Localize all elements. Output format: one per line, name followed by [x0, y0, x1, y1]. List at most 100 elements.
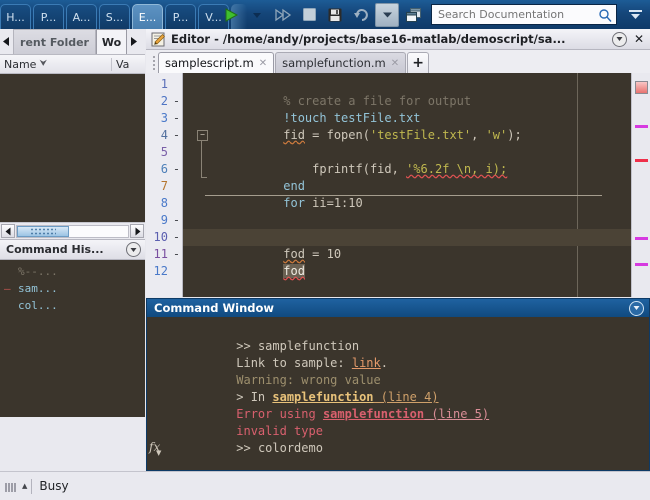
command-window-menu-button[interactable] [629, 300, 644, 316]
command-window-panel: Command Window fx ▼ >> samplefunction Li… [146, 298, 650, 471]
breakpoint-mark[interactable]: - [171, 127, 182, 144]
analyzer-marker-warning[interactable] [635, 125, 648, 128]
breakpoint-mark[interactable] [171, 144, 182, 161]
run-advance-button[interactable] [271, 3, 295, 27]
ribbon-tab-publish[interactable]: P... [165, 4, 196, 29]
history-marker: — [4, 282, 11, 295]
hscroll-thumb[interactable] [17, 225, 69, 237]
chevron-down-icon[interactable]: ▼ [156, 449, 161, 457]
close-icon[interactable]: ✕ [391, 58, 399, 69]
tab-scroll-left-button[interactable] [0, 29, 13, 54]
breakpoint-mark[interactable] [171, 178, 182, 195]
command-window-body[interactable]: fx ▼ >> samplefunction Link to sample: l… [146, 317, 650, 471]
column-header-name[interactable]: Name ⮟ [0, 57, 112, 71]
hscroll-track[interactable] [16, 224, 129, 238]
command-output-lines[interactable]: >> samplefunction Link to sample: link. … [164, 317, 649, 470]
breakpoint-mark[interactable] [171, 76, 182, 93]
breakpoint-mark[interactable] [171, 195, 182, 212]
analyzer-marker-warning-3[interactable] [635, 263, 648, 266]
left-panel-column: rent Folder Wo Name ⮟ Va Command His... … [0, 29, 145, 471]
ribbon-tab-home[interactable]: H... [0, 4, 31, 29]
breakpoint-mark[interactable]: - [171, 93, 182, 110]
undo-icon [353, 8, 368, 21]
command-history-menu-button[interactable] [126, 242, 141, 257]
search-input[interactable] [436, 7, 598, 22]
console-link[interactable]: link [352, 356, 381, 370]
breakpoint-mark[interactable]: - [171, 161, 182, 178]
code-line[interactable] [183, 263, 650, 280]
code-line[interactable]: − for ii=1:10 [183, 127, 650, 210]
code-analyzer-strip[interactable] [631, 73, 650, 297]
workspace-hscrollbar[interactable] [0, 222, 145, 239]
breakpoint-mark[interactable]: - [171, 246, 182, 263]
layout-dropdown-button[interactable] [375, 2, 399, 27]
ribbon-tab-shortcuts[interactable]: S... [99, 4, 130, 29]
code-line[interactable]: % create a file for output [183, 76, 650, 108]
code-line[interactable]: fprintf(fid, '%6.2f \n, i); [183, 144, 650, 176]
ribbon-tab-editor[interactable]: E... [132, 4, 163, 29]
code-line[interactable] [183, 178, 650, 195]
breakpoint-mark[interactable]: - [171, 110, 182, 127]
analyzer-marker-warning-2[interactable] [635, 237, 648, 240]
command-history-list[interactable]: %--... — sam... col... [0, 260, 145, 417]
list-item[interactable]: col... [0, 297, 145, 314]
run-icon [225, 7, 239, 22]
close-icon[interactable]: ✕ [259, 58, 267, 69]
command-window-header: Command Window [146, 298, 650, 317]
run-button[interactable] [219, 3, 243, 27]
line-number: 10 [153, 230, 168, 244]
tab-current-folder[interactable]: rent Folder [13, 29, 96, 54]
file-tab-samplescript[interactable]: samplescript.m ✕ [158, 52, 275, 73]
list-item[interactable]: %--... [0, 263, 145, 280]
analyzer-status-icon[interactable] [635, 81, 648, 94]
layout-windows-button[interactable] [401, 3, 425, 27]
hscroll-left-button[interactable] [1, 224, 15, 238]
ribbon-tab-plots[interactable]: P... [33, 4, 64, 29]
file-tab-samplefunction[interactable]: samplefunction.m ✕ [275, 52, 407, 73]
editor-menu-button[interactable] [612, 31, 627, 47]
search-icon [599, 8, 612, 22]
console-link-line[interactable]: (line 4) [374, 390, 439, 404]
fold-toggle-icon[interactable]: − [197, 130, 208, 141]
breakpoint-gutter[interactable]: - - - - - - - [171, 73, 183, 297]
sort-ascending-icon: ⮟ [39, 59, 48, 69]
new-file-tab-button[interactable]: + [407, 52, 430, 73]
console-link-line[interactable]: (line 5) [424, 407, 489, 421]
breakpoint-mark[interactable]: - [171, 229, 182, 246]
run-advance-icon [275, 8, 292, 21]
code-line[interactable]: fid = fopen('testFile.txt', 'w'); [183, 110, 650, 142]
code-line-current[interactable]: fod = 10 [183, 229, 650, 261]
undo-button[interactable] [349, 3, 373, 27]
column-header-value[interactable]: Va [112, 58, 145, 71]
analyzer-marker-error[interactable] [635, 159, 648, 162]
code-line[interactable]: !touch testFile.txt [183, 93, 650, 125]
list-item[interactable]: — sam... [0, 280, 145, 297]
save-button[interactable] [323, 3, 347, 27]
chevron-up-icon[interactable]: ▲ [22, 482, 27, 490]
tab-workspace[interactable]: Wo [96, 29, 127, 54]
code-text[interactable]: % create a file for output !touch testFi… [183, 73, 650, 297]
console-link[interactable]: samplefunction [323, 407, 424, 421]
search-documentation[interactable] [431, 4, 617, 25]
tab-scroll-right-button[interactable] [127, 29, 140, 54]
ribbon-tab-apps[interactable]: A... [66, 4, 97, 29]
editor-close-button[interactable]: ✕ [632, 32, 646, 46]
chevron-down-icon [628, 10, 642, 19]
code-line[interactable]: fid = 0; [183, 212, 650, 244]
breakpoint-mark[interactable] [171, 263, 182, 280]
resize-grip-icon[interactable] [5, 480, 21, 492]
editor-title: Editor - /home/andy/projects/base16-matl… [171, 32, 566, 46]
tabbar-grip[interactable] [149, 52, 158, 73]
workspace-table-body[interactable] [0, 74, 145, 222]
breakpoint-mark[interactable]: - [171, 212, 182, 229]
stop-button[interactable] [297, 3, 321, 27]
run-dropdown-button[interactable] [245, 3, 269, 27]
hscroll-right-button[interactable] [130, 224, 144, 238]
code-line-section[interactable]: %% code section [183, 195, 650, 244]
console-link[interactable]: samplefunction [272, 390, 373, 404]
code-line[interactable]: fod [183, 246, 650, 278]
code-line[interactable]: end [183, 161, 650, 193]
toolbar-more-button[interactable] [624, 4, 646, 25]
code-editor-area[interactable]: 1 2 3 4 5 6 7 8 9 10 11 12 - - - - - - -… [146, 73, 650, 297]
warning-token: Warning: wrong value [236, 373, 381, 387]
